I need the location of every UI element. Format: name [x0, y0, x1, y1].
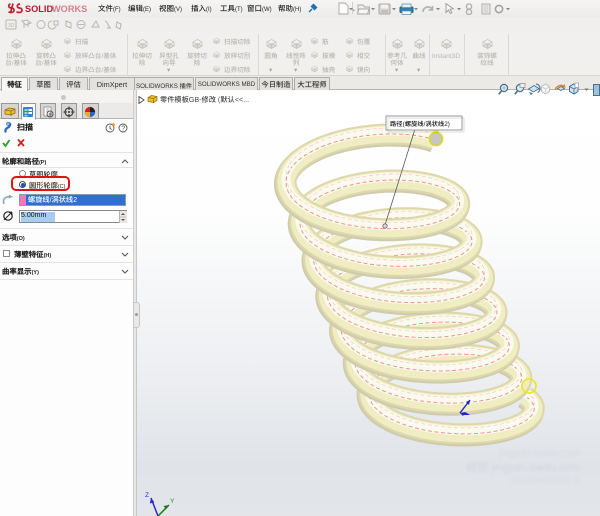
svg-text:3D: 3D — [8, 23, 15, 29]
svg-text:Y: Y — [170, 498, 175, 505]
svg-text:WORKS: WORKS — [52, 4, 87, 14]
svg-text:SOLID: SOLID — [25, 4, 53, 14]
svg-text:?: ? — [121, 126, 125, 133]
svg-text:Z: Z — [145, 492, 149, 499]
